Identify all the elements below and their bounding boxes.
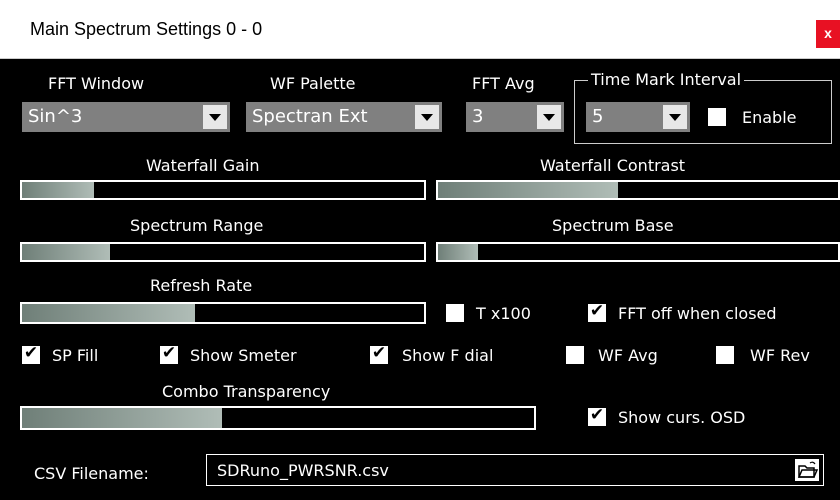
wf-avg-label: WF Avg <box>598 346 658 365</box>
fft-window-label: FFT Window <box>48 74 145 93</box>
chevron-down-icon[interactable] <box>537 105 561 129</box>
combo-transparency-label: Combo Transparency <box>162 382 331 401</box>
spectrum-settings-window: Main Spectrum Settings 0 - 0 x FFT Windo… <box>0 0 840 500</box>
t-x100-checkbox[interactable] <box>446 304 464 322</box>
show-osd-checkbox[interactable]: ✔ <box>588 405 606 426</box>
refresh-rate-slider[interactable] <box>20 302 426 324</box>
wf-palette-value: Spectran Ext <box>252 106 368 127</box>
checkmark-icon: ✔ <box>371 343 387 363</box>
t-x100-label: T x100 <box>476 304 531 323</box>
spectrum-range-fill <box>22 244 111 260</box>
checkmark-icon: ✔ <box>161 343 177 363</box>
checkmark-icon: ✔ <box>589 405 605 425</box>
csv-filename-field[interactable]: SDRuno_PWRSNR.csv <box>206 454 824 486</box>
csv-filename-label: CSV Filename: <box>34 464 149 483</box>
bottom-edge <box>0 496 840 500</box>
spectrum-base-slider[interactable] <box>436 242 840 262</box>
waterfall-contrast-fill <box>438 182 618 198</box>
waterfall-contrast-label: Waterfall Contrast <box>540 156 686 175</box>
time-mark-value: 5 <box>592 106 604 127</box>
waterfall-contrast-slider[interactable] <box>436 180 840 200</box>
waterfall-gain-fill <box>22 182 95 198</box>
time-mark-combo[interactable]: 5 <box>586 102 690 132</box>
show-smeter-label: Show Smeter <box>190 346 297 365</box>
folder-open-icon-svg <box>797 461 819 478</box>
spectrum-range-slider[interactable] <box>20 242 426 262</box>
time-mark-label: Time Mark Interval <box>588 70 745 89</box>
enable-label: Enable <box>742 108 797 127</box>
checkmark-icon: ✔ <box>23 343 39 363</box>
fft-avg-combo[interactable]: 3 <box>466 102 564 132</box>
fft-window-combo[interactable]: Sin^3 <box>22 102 230 132</box>
spectrum-base-label: Spectrum Base <box>552 216 674 235</box>
fft-avg-value: 3 <box>472 106 484 127</box>
wf-palette-combo[interactable]: Spectran Ext <box>246 102 442 132</box>
chevron-down-icon[interactable] <box>203 105 227 129</box>
refresh-rate-fill <box>22 304 195 322</box>
show-osd-label: Show curs. OSD <box>618 408 746 427</box>
combo-transparency-slider[interactable] <box>20 406 536 430</box>
csv-filename-value: SDRuno_PWRSNR.csv <box>217 461 389 480</box>
fft-avg-label: FFT Avg <box>472 74 535 93</box>
folder-open-icon[interactable] <box>795 459 819 481</box>
show-fdial-checkbox[interactable]: ✔ <box>370 343 388 364</box>
fft-window-value: Sin^3 <box>28 106 83 127</box>
chevron-down-icon[interactable] <box>415 105 439 129</box>
close-button[interactable]: x <box>816 20 840 48</box>
refresh-rate-label: Refresh Rate <box>150 276 253 295</box>
wf-rev-checkbox[interactable] <box>716 346 734 364</box>
fft-off-checkbox[interactable]: ✔ <box>588 301 606 322</box>
title-bar[interactable]: Main Spectrum Settings 0 - 0 x <box>0 0 840 59</box>
show-fdial-label: Show F dial <box>402 346 494 365</box>
spectrum-base-fill <box>438 244 478 260</box>
waterfall-gain-slider[interactable] <box>20 180 426 200</box>
sp-fill-label: SP Fill <box>52 346 99 365</box>
window-title: Main Spectrum Settings 0 - 0 <box>30 19 263 39</box>
wf-rev-label: WF Rev <box>750 346 810 365</box>
wf-avg-checkbox[interactable] <box>566 346 584 364</box>
spectrum-range-label: Spectrum Range <box>130 216 264 235</box>
waterfall-gain-label: Waterfall Gain <box>146 156 260 175</box>
chevron-down-icon[interactable] <box>663 105 687 129</box>
enable-checkbox[interactable] <box>708 108 726 126</box>
show-smeter-checkbox[interactable]: ✔ <box>160 343 178 364</box>
wf-palette-label: WF Palette <box>270 74 356 93</box>
combo-transparency-fill <box>22 408 222 428</box>
checkmark-icon: ✔ <box>589 301 605 321</box>
sp-fill-checkbox[interactable]: ✔ <box>22 343 40 364</box>
fft-off-label: FFT off when closed <box>618 304 777 323</box>
